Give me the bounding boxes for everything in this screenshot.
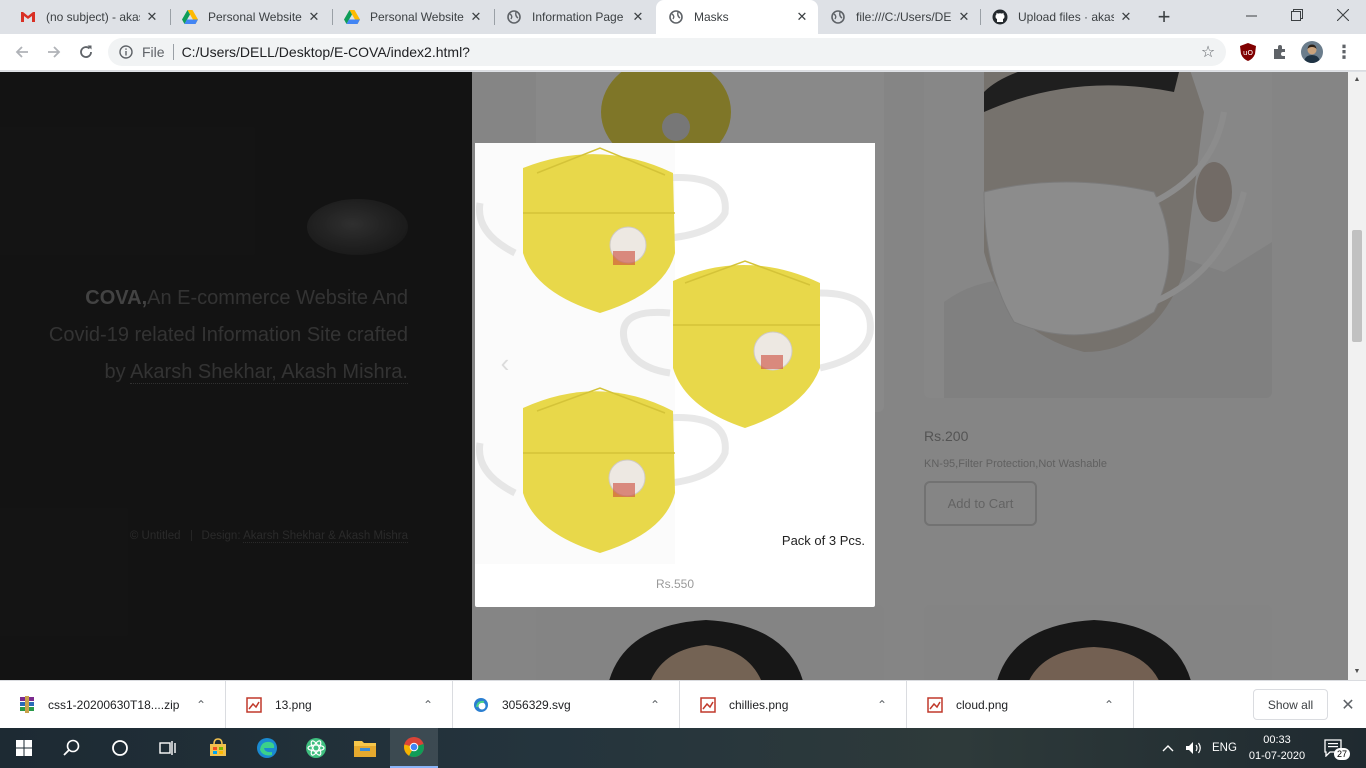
globe-icon [830, 9, 846, 25]
lightbox-caption: Pack of 3 Pcs. [781, 533, 865, 548]
back-button[interactable] [9, 39, 35, 65]
download-item[interactable]: 13.png ⌃ [227, 681, 453, 729]
image-file-icon [926, 696, 944, 714]
chrome-menu-icon[interactable]: ⋮ [1333, 41, 1355, 63]
tab-title: Personal Website [208, 10, 302, 24]
tab-title: file:///C:/Users/DE [856, 10, 952, 24]
cortana-icon[interactable] [96, 728, 144, 768]
atom-editor-icon[interactable] [292, 728, 340, 768]
address-divider [172, 44, 174, 60]
image-file-icon [699, 696, 717, 714]
search-icon[interactable] [48, 728, 96, 768]
bookmark-star-icon[interactable]: ☆ [1198, 42, 1218, 62]
tab-title: Masks [694, 10, 729, 24]
close-window-button[interactable] [1320, 0, 1366, 30]
new-tab-button[interactable]: + [1152, 4, 1176, 29]
globe-icon [506, 9, 522, 25]
tab-file-url[interactable]: file:///C:/Users/DE ✕ [818, 0, 980, 34]
tab-title: (no subject) - akas [46, 10, 140, 24]
scroll-thumb[interactable] [1352, 230, 1362, 342]
download-filename: cloud.png [956, 698, 1009, 712]
chevron-up-icon[interactable]: ⌃ [418, 698, 438, 712]
restore-button[interactable] [1274, 0, 1320, 30]
url-text[interactable]: C:/Users/DELL/Desktop/E-COVA/index2.html… [182, 44, 1198, 60]
tab-masks[interactable]: Masks ✕ [656, 0, 818, 34]
page-scrollbar[interactable]: ▲ ▼ [1348, 72, 1366, 680]
download-filename: css1-20200630T18....zip [48, 698, 180, 712]
windows-start-icon[interactable] [0, 728, 48, 768]
file-explorer-icon[interactable] [341, 728, 389, 768]
scroll-up-arrow[interactable]: ▲ [1348, 72, 1366, 86]
lightbox-image-three-masks[interactable]: ‹ Pack of 3 Pcs. [475, 143, 875, 564]
store-icon[interactable] [194, 728, 242, 768]
tab-github-upload[interactable]: Upload files · akas ✕ [980, 0, 1142, 34]
download-filename: 3056329.svg [502, 698, 571, 712]
close-icon[interactable]: ✕ [1118, 9, 1134, 25]
clock-date: 01-07-2020 [1248, 750, 1306, 762]
tab-title: Upload files · akas [1018, 10, 1114, 24]
close-icon[interactable]: ✕ [468, 9, 484, 25]
download-item[interactable]: chillies.png ⌃ [681, 681, 907, 729]
tab-personal-website-1[interactable]: Personal Website ✕ [170, 0, 330, 34]
address-bar[interactable]: File C:/Users/DELL/Desktop/E-COVA/index2… [108, 38, 1226, 66]
github-icon [992, 9, 1008, 25]
chevron-up-icon[interactable]: ⌃ [872, 698, 892, 712]
clock-time: 00:33 [1263, 734, 1291, 746]
system-clock[interactable]: 00:33 01-07-2020 [1248, 732, 1306, 764]
reload-button[interactable] [73, 39, 99, 65]
close-icon[interactable]: ✕ [1338, 695, 1358, 715]
image-file-icon [245, 696, 263, 714]
svg-text:uO: uO [1243, 49, 1253, 57]
volume-icon[interactable] [1185, 728, 1203, 768]
tab-personal-website-2[interactable]: Personal Website ✕ [332, 0, 492, 34]
close-icon[interactable]: ✕ [794, 9, 810, 25]
tab-title: Information Page [532, 10, 624, 24]
winrar-icon [18, 696, 36, 714]
page-viewport: COVA,An E-commerce Website And Covid-19 … [0, 72, 1366, 680]
show-hidden-icons-chevron-icon[interactable] [1162, 728, 1174, 768]
close-icon[interactable]: ✕ [956, 9, 972, 25]
chevron-up-icon[interactable]: ⌃ [191, 698, 211, 712]
minimize-button[interactable] [1228, 0, 1274, 30]
chrome-browser-icon[interactable] [390, 728, 438, 768]
profile-avatar[interactable] [1301, 41, 1323, 63]
windows-taskbar: ENG 00:33 01-07-2020 27 [0, 728, 1366, 768]
browser-toolbar: File C:/Users/DELL/Desktop/E-COVA/index2… [0, 34, 1366, 71]
google-drive-icon [182, 9, 198, 25]
info-icon[interactable] [118, 44, 134, 60]
lightbox-price: Rs.550 [655, 577, 695, 591]
edge-file-icon [472, 696, 490, 714]
close-icon[interactable]: ✕ [144, 9, 160, 25]
extensions-puzzle-icon[interactable] [1269, 41, 1291, 63]
globe-icon [668, 9, 684, 25]
tab-title: Personal Website [370, 10, 464, 24]
download-item[interactable]: cloud.png ⌃ [908, 681, 1134, 729]
chevron-up-icon[interactable]: ⌃ [1099, 698, 1119, 712]
gmail-icon [20, 9, 36, 25]
forward-button[interactable] [41, 39, 67, 65]
task-view-icon[interactable] [144, 728, 192, 768]
google-drive-icon [344, 9, 360, 25]
download-shelf: css1-20200630T18....zip ⌃ 13.png ⌃ 30563… [0, 680, 1366, 729]
notification-center-icon[interactable]: 27 [1324, 728, 1351, 768]
tab-gmail[interactable]: (no subject) - akas ✕ [8, 0, 168, 34]
download-item[interactable]: 3056329.svg ⌃ [454, 681, 680, 729]
notification-count-badge: 27 [1334, 748, 1351, 760]
edge-browser-icon[interactable] [243, 728, 291, 768]
close-icon[interactable]: ✕ [630, 9, 646, 25]
download-filename: 13.png [275, 698, 312, 712]
chevron-up-icon[interactable]: ⌃ [645, 698, 665, 712]
scroll-down-arrow[interactable]: ▼ [1348, 664, 1366, 678]
language-indicator[interactable]: ENG [1212, 728, 1237, 768]
scheme-label: File [142, 44, 165, 60]
product-lightbox: ‹ Pack of 3 Pcs. Rs.550 [475, 143, 875, 607]
previous-image-chevron-icon[interactable]: ‹ [495, 348, 515, 378]
download-filename: chillies.png [729, 698, 789, 712]
download-item[interactable]: css1-20200630T18....zip ⌃ [0, 681, 226, 729]
show-all-downloads-button[interactable]: Show all [1253, 689, 1328, 720]
browser-tab-strip: (no subject) - akas ✕ Personal Website ✕… [0, 0, 1366, 34]
tab-information-page[interactable]: Information Page ✕ [494, 0, 654, 34]
close-icon[interactable]: ✕ [306, 9, 322, 25]
ublock-extension-icon[interactable]: uO [1237, 41, 1259, 63]
